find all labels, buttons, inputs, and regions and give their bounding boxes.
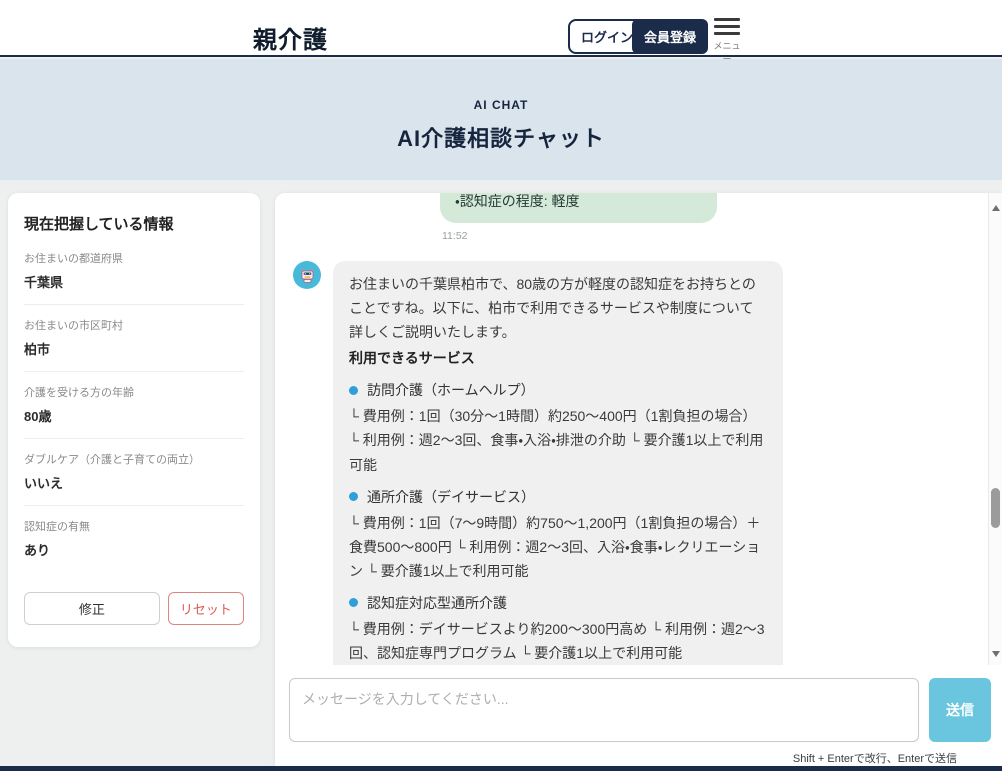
bullet-icon <box>349 598 358 607</box>
field-age: 介護を受ける方の年齢 80歳 <box>24 372 244 439</box>
message-composer: 送信 Shift + Enterで改行、Enterで送信 <box>275 665 1002 771</box>
sidebar-actions: 修正 リセット <box>24 592 244 625</box>
field-value: 80歳 <box>24 406 244 439</box>
bullet-icon <box>349 386 358 395</box>
composer-hint: Shift + Enterで改行、Enterで送信 <box>289 750 991 766</box>
service-details: └ 費用例：1回（7〜9時間）約750〜1,200円（1割負担の場合）＋食費50… <box>349 511 767 583</box>
page-title: AI介護相談チャット <box>0 121 1002 153</box>
scroll-up-arrow-icon[interactable] <box>992 205 1000 211</box>
menu-label: メニュー <box>710 39 744 65</box>
reset-button[interactable]: リセット <box>168 592 244 625</box>
field-value: あり <box>24 540 244 572</box>
user-message-bubble: ・認知症の程度: 軽度 <box>440 193 717 223</box>
field-dementia: 認知症の有無 あり <box>24 506 244 572</box>
known-info-panel: 現在把握している情報 お住まいの都道府県 千葉県 お住まいの市区町村 柏市 介護… <box>8 193 260 647</box>
field-prefecture: お住まいの都道府県 千葉県 <box>24 238 244 305</box>
hero-banner: AI CHAT AI介護相談チャット <box>0 59 1002 180</box>
field-value: 柏市 <box>24 339 244 372</box>
field-value: いいえ <box>24 473 244 506</box>
ai-section-heading: 利用できるサービス <box>349 346 767 370</box>
service-details: └ 費用例：デイサービスより約200〜300円高め └ 利用例：週2〜3回、認知… <box>349 617 767 665</box>
ai-avatar <box>293 261 321 289</box>
message-input[interactable] <box>289 678 919 742</box>
service-title: 認知症対応型通所介護 <box>349 591 767 615</box>
service-title-text: 通所介護（デイサービス） <box>367 485 535 509</box>
field-label: 介護を受ける方の年齢 <box>24 384 244 400</box>
service-title-text: 訪問介護（ホームヘルプ） <box>367 378 535 402</box>
send-button[interactable]: 送信 <box>929 678 991 742</box>
ai-message-bubble: お住まいの千葉県柏市で、80歳の方が軽度の認知症をお持ちとのことですね。以下に、… <box>333 261 783 665</box>
field-label: お住まいの市区町村 <box>24 317 244 333</box>
hero-eyebrow: AI CHAT <box>0 98 1002 112</box>
register-button[interactable]: 会員登録 <box>632 19 708 54</box>
field-label: 認知症の有無 <box>24 518 244 534</box>
field-label: ダブルケア（介護と子育ての両立） <box>24 451 244 467</box>
field-value: 千葉県 <box>24 272 244 305</box>
service-details: └ 費用例：1回（30分〜1時間）約250〜400円（1割負担の場合） └ 利用… <box>349 404 767 476</box>
footer-accent-bar <box>0 766 1002 771</box>
field-label: お住まいの都道府県 <box>24 250 244 266</box>
menu-button[interactable]: メニュー <box>710 18 744 65</box>
scrollbar-thumb[interactable] <box>991 488 1000 528</box>
chat-scrollbar[interactable] <box>988 193 1002 665</box>
edit-button[interactable]: 修正 <box>24 592 160 625</box>
field-city: お住まいの市区町村 柏市 <box>24 305 244 372</box>
service-title-text: 認知症対応型通所介護 <box>367 591 507 615</box>
message-timestamp: 11:52 <box>442 230 717 242</box>
ai-message: お住まいの千葉県柏市で、80歳の方が軽度の認知症をお持ちとのことですね。以下に、… <box>290 261 978 665</box>
bullet-icon <box>349 492 358 501</box>
ai-intro-text: お住まいの千葉県柏市で、80歳の方が軽度の認知症をお持ちとのことですね。以下に、… <box>349 272 767 344</box>
chat-messages[interactable]: ・認知症の程度: 軽度 11:52 お住まいの千葉県柏市で、80歳の方が軽度の認… <box>275 193 988 665</box>
known-info-title: 現在把握している情報 <box>24 213 244 234</box>
site-header: 親介護 ログイン 会員登録 メニュー <box>0 0 1002 57</box>
service-title: 通所介護（デイサービス） <box>349 485 767 509</box>
scroll-down-arrow-icon[interactable] <box>992 651 1000 657</box>
hamburger-icon <box>710 18 744 35</box>
user-message: ・認知症の程度: 軽度 11:52 <box>440 193 717 242</box>
site-logo[interactable]: 親介護 <box>253 20 328 55</box>
service-title: 訪問介護（ホームヘルプ） <box>349 378 767 402</box>
robot-icon <box>299 267 316 284</box>
field-double-care: ダブルケア（介護と子育ての両立） いいえ <box>24 439 244 506</box>
chat-panel: ・認知症の程度: 軽度 11:52 お住まいの千葉県柏市で、80歳の方が軽度の認… <box>275 193 1002 771</box>
